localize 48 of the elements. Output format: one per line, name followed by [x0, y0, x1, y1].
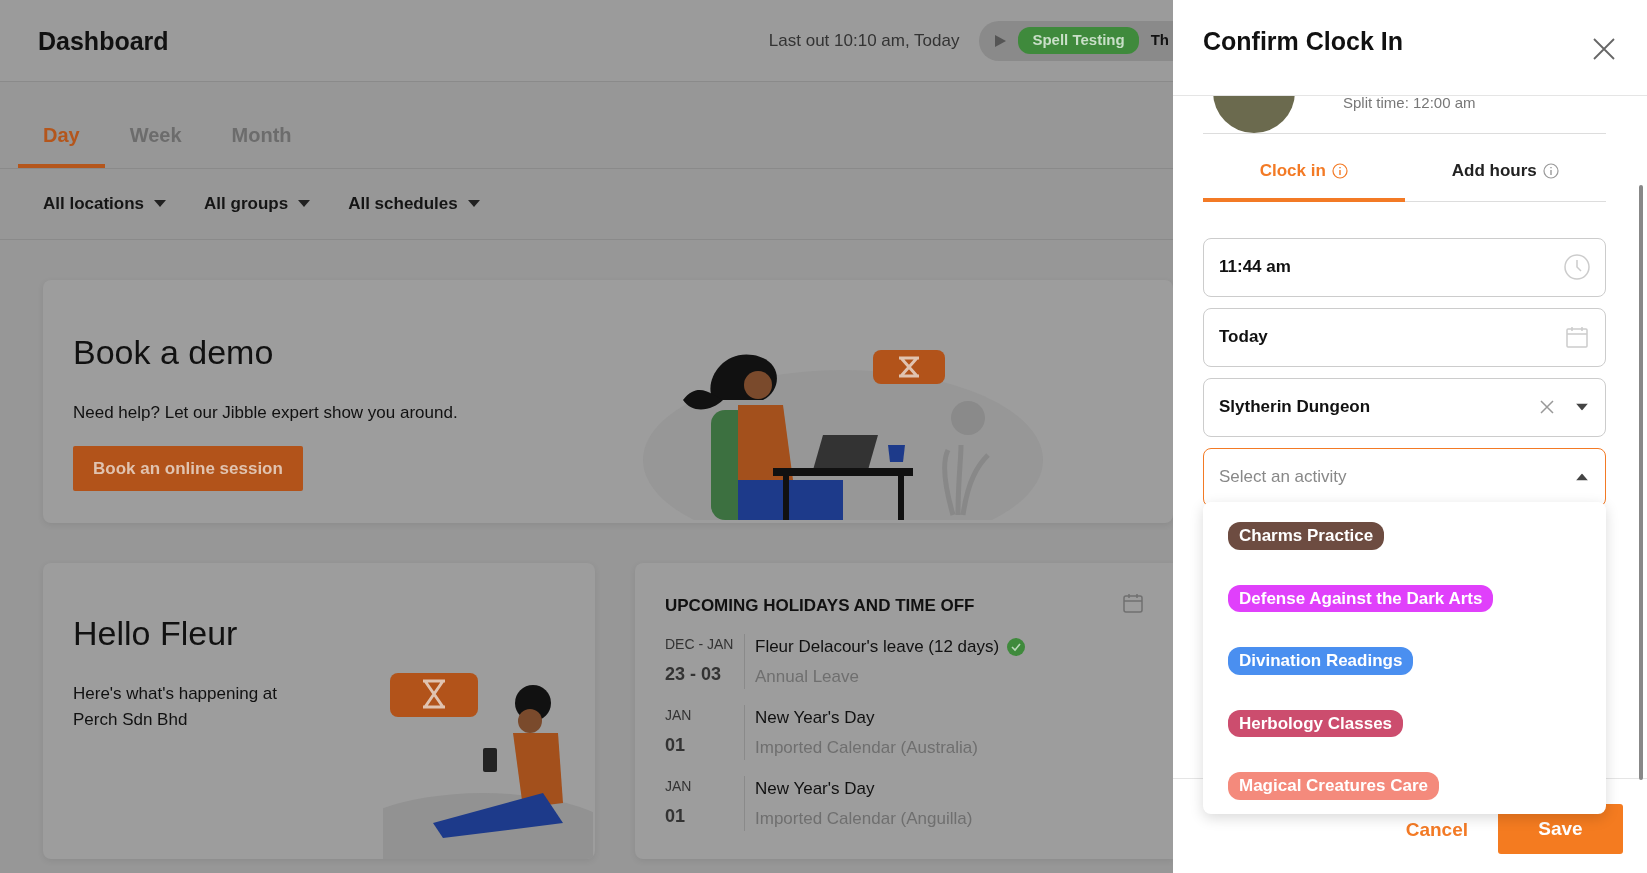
card-title: Book a demo: [73, 331, 275, 373]
date-day: 23 - 03: [665, 661, 736, 688]
date-day: 01: [665, 732, 736, 759]
filter-dropdown[interactable]: All locations: [43, 191, 167, 217]
holidays-title: UPCOMING HOLIDAYS AND TIME OFF: [665, 594, 975, 617]
last-out-text: Last out 10:10 am, Today: [768, 29, 960, 52]
caret-down-icon: [298, 200, 311, 208]
activity-tag: Spell Testing: [1018, 27, 1139, 54]
calendar-icon: [1566, 326, 1588, 348]
info-icon: [1331, 162, 1348, 179]
activity-option[interactable]: Magical Creatures Care: [1228, 772, 1439, 800]
activity-option[interactable]: Herbology Classes: [1228, 709, 1404, 737]
greeting-text: Here's what's happening at Perch Sdn Bhd: [73, 683, 278, 732]
event-name: Fleur Delacour's leave (12 days): [755, 636, 1000, 658]
activity-option[interactable]: Charms Practice: [1228, 522, 1385, 550]
date-field[interactable]: Today: [1203, 307, 1606, 367]
filter-dropdown[interactable]: All groups: [204, 191, 311, 217]
date-month: DEC - JAN: [665, 635, 735, 654]
clock-mode-tab[interactable]: Clock in: [1203, 148, 1405, 202]
panel-title: Confirm Clock In: [1203, 26, 1403, 56]
date-month: JAN: [665, 777, 693, 796]
caret-down-icon: [467, 200, 480, 208]
book-session-button[interactable]: Book an online session: [73, 445, 303, 492]
period-tab[interactable]: Day: [18, 112, 105, 168]
page-title: Dashboard: [38, 25, 170, 56]
cancel-button[interactable]: Cancel: [1395, 804, 1478, 857]
caret-down-icon: [154, 200, 167, 208]
activity-option[interactable]: Defense Against the Dark Arts: [1228, 584, 1494, 612]
event-name: New Year's Day: [755, 778, 875, 800]
caret-down-icon: [1576, 403, 1588, 411]
card-text: Need help? Let our Jibble expert show you around.: [73, 402, 459, 425]
timer-text: Th: [1150, 30, 1169, 51]
event-name: New Year's Day: [755, 707, 875, 729]
clock-mode-tab[interactable]: Add hours: [1404, 148, 1606, 202]
split-time-text: Split time: 12:00 am: [1343, 93, 1476, 113]
activity-option[interactable]: Divination Readings: [1228, 647, 1414, 675]
date-month: JAN: [665, 706, 693, 725]
scrollbar[interactable]: [1639, 185, 1643, 780]
date-day: 01: [665, 803, 736, 830]
filter-dropdown[interactable]: All schedules: [348, 191, 480, 217]
info-icon: [1542, 162, 1559, 179]
clear-icon[interactable]: [1540, 400, 1554, 414]
clock-icon: [1564, 254, 1590, 280]
time-field[interactable]: 11:44 am: [1203, 237, 1606, 297]
calendar-icon[interactable]: [1123, 592, 1143, 613]
greeting-title: Hello Fleur: [73, 612, 239, 654]
location-select[interactable]: Slytherin Dungeon: [1203, 377, 1606, 437]
play-icon[interactable]: [995, 34, 1007, 47]
